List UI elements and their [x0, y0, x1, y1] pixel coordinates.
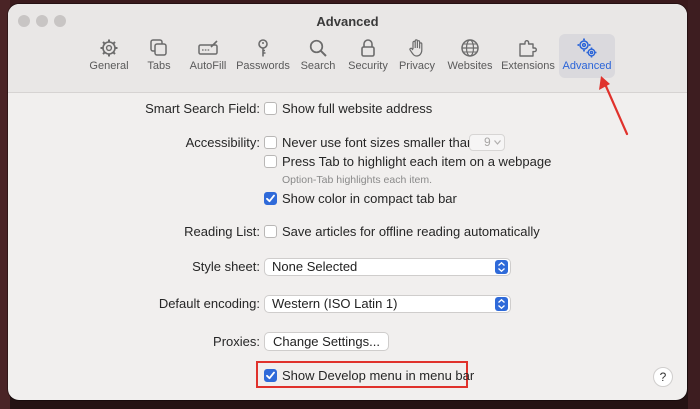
desktop-background-right [688, 0, 700, 409]
annotation-arrow [599, 76, 629, 136]
preferences-window: Advanced General Tabs AutoFill Passwords… [8, 4, 687, 400]
